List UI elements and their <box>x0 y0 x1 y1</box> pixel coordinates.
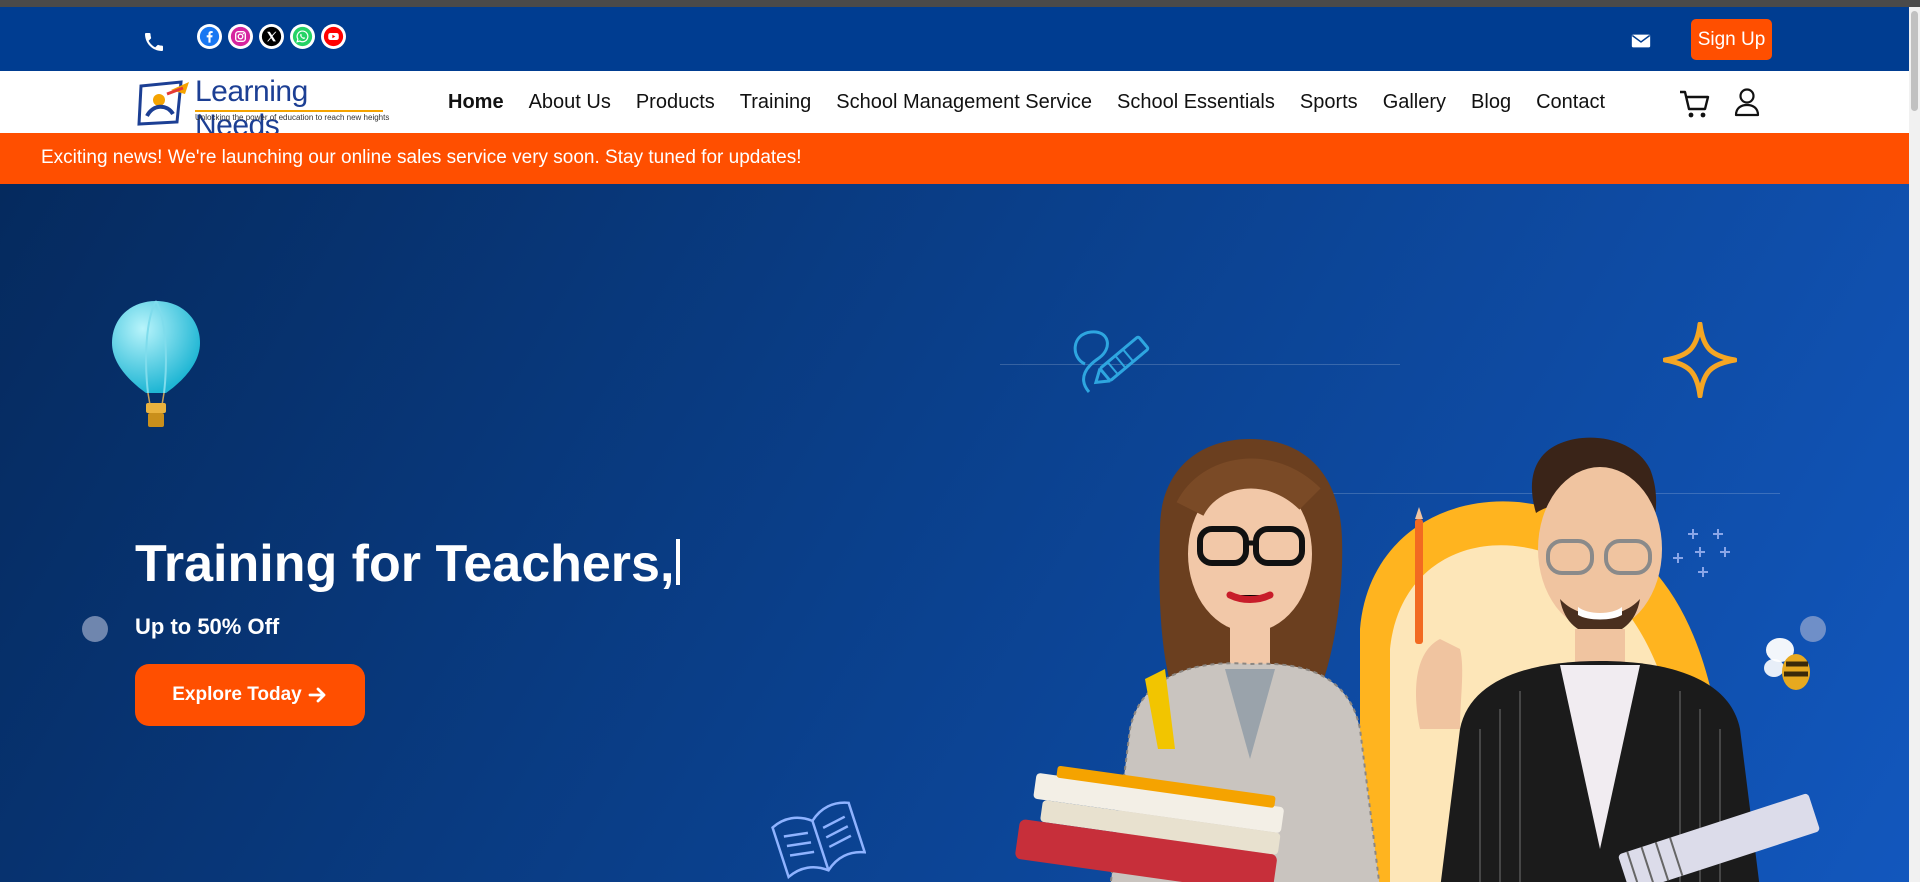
nav-item-home[interactable]: Home <box>448 91 504 114</box>
facebook-icon[interactable] <box>197 24 222 49</box>
nav-item-school-management-service[interactable]: School Management Service <box>836 91 1092 114</box>
nav-item-gallery[interactable]: Gallery <box>1383 91 1446 114</box>
open-book-icon <box>771 801 866 880</box>
nav-item-about-us[interactable]: About Us <box>529 91 611 114</box>
instagram-icon[interactable] <box>228 24 253 49</box>
hero-subtitle: Up to 50% Off <box>135 614 280 639</box>
arrow-right-icon <box>308 687 326 703</box>
explore-today-label: Explore Today <box>172 684 302 705</box>
sparkle-star-icon <box>1663 322 1737 398</box>
nav-item-sports[interactable]: Sports <box>1300 91 1358 114</box>
whatsapp-icon[interactable] <box>290 24 315 49</box>
logo-mark-icon <box>137 80 189 126</box>
page: Sign Up Learning Needs Unlocking the pow… <box>0 0 1909 882</box>
cart-icon[interactable] <box>1679 89 1711 119</box>
bee-icon <box>1764 638 1810 690</box>
hero-title: Training for Teachers, <box>135 534 681 594</box>
announcement-text: Exciting news! We're launching our onlin… <box>41 147 802 168</box>
x-icon[interactable] <box>259 24 284 49</box>
nav-item-blog[interactable]: Blog <box>1471 91 1511 114</box>
brand-underline <box>195 110 383 112</box>
hot-air-balloon-icon <box>112 300 200 427</box>
carousel-prev-dot[interactable] <box>82 616 108 642</box>
youtube-icon[interactable] <box>321 24 346 49</box>
explore-today-button[interactable]: Explore Today <box>135 664 365 726</box>
top-bar: Sign Up <box>0 7 1909 71</box>
hero-banner: Training for Teachers, Up to 50% Off Exp… <box>0 184 1909 882</box>
pencil-doodle-icon <box>1073 330 1150 393</box>
page-scrollbar[interactable] <box>1909 7 1920 882</box>
mail-icon[interactable] <box>1630 30 1652 52</box>
scrollbar-thumb[interactable] <box>1911 11 1918 111</box>
phone-icon[interactable] <box>142 30 166 54</box>
primary-nav: Home About Us Products Training School M… <box>448 71 1630 133</box>
announcement-bar: Exciting news! We're launching our onlin… <box>0 133 1909 184</box>
decorative-line <box>1000 364 1400 365</box>
carousel-next-dot[interactable] <box>1800 616 1826 642</box>
social-links <box>197 24 346 49</box>
main-navbar: Learning Needs Unlocking the power of ed… <box>0 71 1909 142</box>
user-account-icon[interactable] <box>1733 87 1761 117</box>
nav-item-training[interactable]: Training <box>740 91 812 114</box>
nav-item-contact[interactable]: Contact <box>1536 91 1605 114</box>
nav-item-school-essentials[interactable]: School Essentials <box>1117 91 1275 114</box>
browser-top-edge <box>0 0 1920 7</box>
typing-cursor <box>676 539 681 585</box>
sign-up-button[interactable]: Sign Up <box>1691 19 1772 60</box>
brand-logo[interactable]: Learning Needs Unlocking the power of ed… <box>137 75 389 142</box>
teachers-hero-illustration <box>1015 437 1820 882</box>
nav-item-products[interactable]: Products <box>636 91 715 114</box>
brand-tagline: Unlocking the power of education to reac… <box>195 113 390 122</box>
